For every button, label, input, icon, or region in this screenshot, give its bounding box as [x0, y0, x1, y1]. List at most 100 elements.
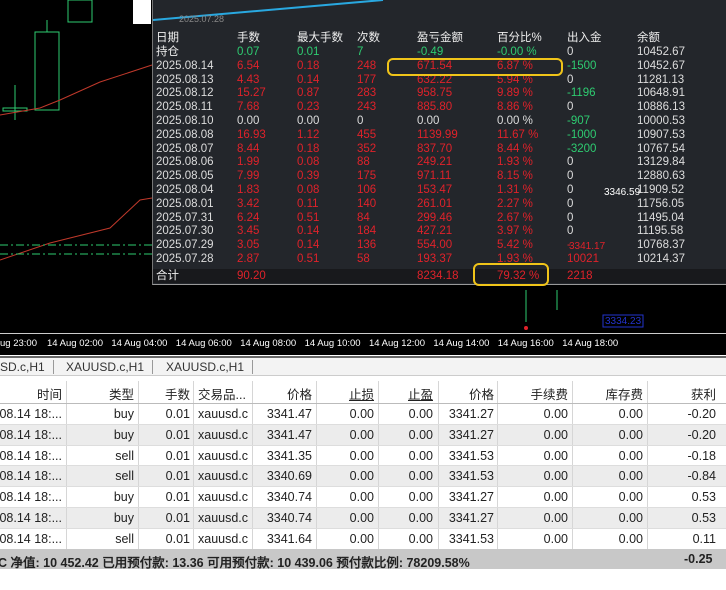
- order-cell: 0.00: [543, 490, 568, 505]
- stats-cell: 0: [567, 156, 574, 169]
- order-row[interactable]: 08.14 18:... buy 0.01 xauusd.c 3341.47 0.00 0.…: [0, 404, 726, 425]
- stats-cell: 0.18: [297, 142, 320, 155]
- price-label: 3341.17: [569, 241, 606, 252]
- stats-cell: 8.44 %: [497, 142, 533, 155]
- order-cell: -0.20: [687, 407, 717, 421]
- stats-cell: 1139.99: [417, 128, 458, 141]
- time-tick: ug 23:00: [0, 338, 37, 349]
- order-cell: 3341.27: [448, 427, 494, 442]
- time-tick: 14 Aug 08:00: [240, 338, 297, 349]
- column-header[interactable]: 获利: [691, 384, 716, 403]
- column-header[interactable]: 价格: [469, 384, 494, 403]
- stats-cell: 249.21: [417, 156, 453, 169]
- order-row[interactable]: 08.14 18:... sell 0.01 xauusd.c 3341.64 0.00 0…: [0, 528, 726, 550]
- account-summary: C 净值: 10 452.42 已用预付款: 13.36 可用预付款: 10 4…: [0, 549, 726, 570]
- stats-cell: 3.97 %: [497, 225, 533, 238]
- stats-row: 2025.08.11 7.68 0.23 243 885.80 8.86 % 0 10886.…: [153, 100, 726, 114]
- column-header[interactable]: 时间: [37, 384, 62, 403]
- order-cell: 0.11: [692, 531, 716, 546]
- stats-row: 持仓 0.07 0.01 7 -0.49 -0.00 % 0 10452.67: [153, 45, 726, 59]
- order-cell: 0.00: [408, 448, 433, 463]
- stats-cell: 2025.08.06: [156, 156, 214, 169]
- order-cell: 0.00: [408, 427, 433, 442]
- stats-cell: 455: [357, 128, 377, 141]
- stats-cell: 0: [567, 225, 574, 238]
- stats-cell: 2025.08.05: [156, 170, 214, 183]
- order-cell: 08.14 18:...: [0, 407, 62, 421]
- stats-cell: 2025.08.08: [156, 128, 214, 141]
- stats-cell: 88: [357, 156, 370, 169]
- column-header[interactable]: 交易品...: [198, 384, 246, 403]
- stats-cell: 0.08: [297, 184, 320, 196]
- stats-cell: 0.14: [297, 225, 320, 238]
- stats-cell: 106: [357, 184, 377, 196]
- stats-cell: 261.01: [417, 197, 453, 210]
- order-cell: xauusd.c: [198, 407, 249, 421]
- stats-cell: 11195.58: [637, 225, 684, 238]
- column-header[interactable]: 手数: [165, 384, 190, 403]
- order-cell: 0.00: [543, 407, 568, 421]
- order-row[interactable]: 08.14 18:... buy 0.01 xauusd.c 3340.74 0.00 0.…: [0, 507, 726, 529]
- stats-cell: 0: [357, 115, 364, 127]
- column-header[interactable]: 价格: [287, 384, 312, 403]
- stats-cell: 1.83: [237, 184, 260, 196]
- stats-cell: 2025.08.10: [156, 115, 214, 127]
- tab-chart-3[interactable]: XAUUSD.c,H1: [158, 360, 254, 374]
- stats-cell: 10648.91: [637, 87, 685, 100]
- order-cell: xauusd.c: [198, 510, 249, 525]
- time-tick: 14 Aug 16:00: [497, 338, 554, 349]
- stats-row: 2025.07.31 6.24 0.51 84 299.46 2.67 % 0 11495.0…: [153, 211, 726, 225]
- column-header[interactable]: 类型: [109, 384, 134, 403]
- total-profit: -0.25: [684, 552, 713, 566]
- column-header[interactable]: 库存费: [605, 384, 643, 403]
- stats-row: 2025.07.30 3.45 0.14 184 427.21 3.97 % 0 11195.…: [153, 224, 726, 238]
- order-cell: xauusd.c: [198, 531, 249, 546]
- column-header[interactable]: 止盈: [408, 384, 433, 403]
- price-chart[interactable]: 2025.07.28 日期 手数 最大手数 次数 盈亏金额 百分比% 出入金 余额 持仓 0.07…: [0, 0, 726, 355]
- stats-cell: -1196: [567, 87, 596, 100]
- order-row[interactable]: 08.14 18:... buy 0.01 xauusd.c 3341.47 0.00 0.…: [0, 424, 726, 446]
- order-cell: 0.00: [543, 531, 568, 546]
- stats-cell: 2025.08.12: [156, 87, 214, 100]
- time-tick: 14 Aug 02:00: [47, 338, 103, 349]
- time-tick: 14 Aug 18:00: [562, 338, 619, 349]
- stats-cell: 0.18: [297, 59, 320, 72]
- stats-cell: 12880.63: [637, 170, 685, 183]
- order-row[interactable]: 08.14 18:... buy 0.01 xauusd.c 3340.74 0.00 0.…: [0, 487, 726, 508]
- stats-cell: 11909.52: [637, 184, 685, 196]
- time-axis: ug 23:00 14 Aug 02:00 14 Aug 04:00 14 Aug 0…: [0, 333, 726, 353]
- stats-cell: 0.51: [297, 253, 320, 265]
- stats-cell: 6.24: [237, 211, 260, 224]
- stats-cell: -907: [567, 115, 591, 127]
- order-cell: 3341.35: [266, 448, 312, 463]
- order-cell: 0.00: [618, 407, 643, 421]
- column-header[interactable]: 手续费: [530, 384, 568, 403]
- tab-chart-2[interactable]: XAUUSD.c,H1: [58, 360, 154, 374]
- order-cell: sell: [115, 469, 134, 484]
- stats-cell: 0.01: [297, 46, 320, 58]
- stats-cell: 554.00: [417, 239, 453, 252]
- order-cell: 0.53: [691, 510, 716, 525]
- column-header[interactable]: 止损: [349, 384, 374, 403]
- stats-cell: 7.99: [237, 170, 260, 183]
- stats-cell: 1.99: [237, 156, 260, 169]
- stats-cell: 10768.37: [637, 239, 685, 252]
- order-row[interactable]: 08.14 18:... sell 0.01 xauusd.c 3340.69 0.00 0…: [0, 466, 726, 488]
- stats-cell: 1.93 %: [497, 156, 533, 169]
- order-cell: 0.00: [543, 469, 568, 484]
- stats-cell: 15.27: [237, 87, 266, 100]
- order-cell: 0.01: [165, 490, 190, 505]
- order-cell: xauusd.c: [198, 469, 249, 484]
- time-tick: 14 Aug 10:00: [304, 338, 361, 349]
- order-row[interactable]: 08.14 18:... sell 0.01 xauusd.c 3341.35 0.00 0…: [0, 445, 726, 467]
- stats-cell: 2.27 %: [497, 197, 533, 210]
- stats-cell: 2025.08.07: [156, 142, 214, 155]
- stats-cell: 153.47: [417, 184, 453, 196]
- tab-chart-1[interactable]: SD.c,H1: [0, 360, 54, 374]
- order-cell: 0.00: [543, 510, 568, 525]
- stats-cell: 0.39: [297, 170, 320, 183]
- stats-cell: 0.23: [297, 101, 320, 114]
- order-cell: 0.00: [349, 469, 374, 484]
- stats-cell: 243: [357, 101, 377, 114]
- order-cell: 3341.47: [266, 407, 312, 421]
